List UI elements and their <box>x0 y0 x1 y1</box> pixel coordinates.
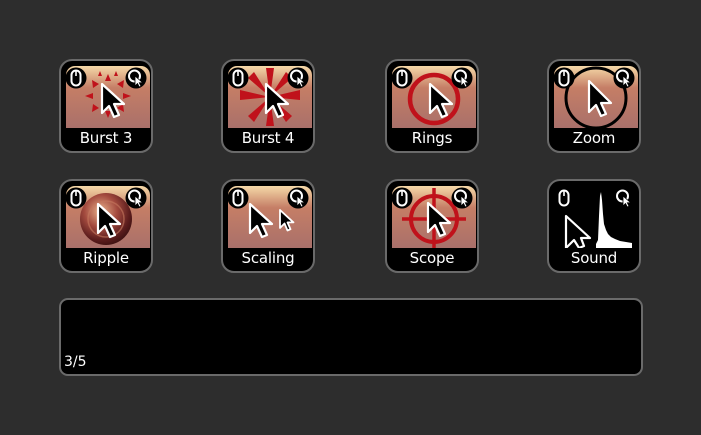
click-cursor-icon <box>613 67 635 89</box>
mouse-icon <box>553 67 575 89</box>
description-panel: 3/5 <box>59 298 643 376</box>
effect-tile-rings[interactable]: Rings <box>385 59 479 153</box>
mouse-icon <box>391 67 413 89</box>
effect-label: Zoom <box>572 129 616 147</box>
effect-label: Rings <box>411 129 453 147</box>
effect-tile-burst-3[interactable]: Burst 3 <box>59 59 153 153</box>
effect-label: Scaling <box>241 249 295 267</box>
effect-tile-sound[interactable]: Sound <box>547 179 641 273</box>
click-cursor-icon <box>613 187 635 209</box>
page-indicator: 3/5 <box>64 354 87 370</box>
effect-label: Burst 4 <box>241 129 295 147</box>
mouse-icon <box>227 187 249 209</box>
mouse-icon <box>227 67 249 89</box>
effect-label: Ripple <box>83 249 129 267</box>
click-cursor-icon <box>451 187 473 209</box>
click-cursor-icon <box>287 67 309 89</box>
mouse-icon <box>65 67 87 89</box>
effect-label: Burst 3 <box>79 129 133 147</box>
click-cursor-icon <box>451 67 473 89</box>
mouse-icon <box>65 187 87 209</box>
click-cursor-icon <box>287 187 309 209</box>
effects-grid: Burst 3 Burst 4 Rings Zoom Ripple Scalin… <box>0 0 701 300</box>
mouse-icon <box>391 187 413 209</box>
effect-tile-burst-4[interactable]: Burst 4 <box>221 59 315 153</box>
effect-tile-scaling[interactable]: Scaling <box>221 179 315 273</box>
effect-label: Sound <box>570 249 618 267</box>
effect-label: Scope <box>409 249 455 267</box>
effect-tile-scope[interactable]: Scope <box>385 179 479 273</box>
effect-tile-zoom[interactable]: Zoom <box>547 59 641 153</box>
mouse-icon <box>553 187 575 209</box>
click-cursor-icon <box>125 67 147 89</box>
click-cursor-icon <box>125 187 147 209</box>
effect-tile-ripple[interactable]: Ripple <box>59 179 153 273</box>
